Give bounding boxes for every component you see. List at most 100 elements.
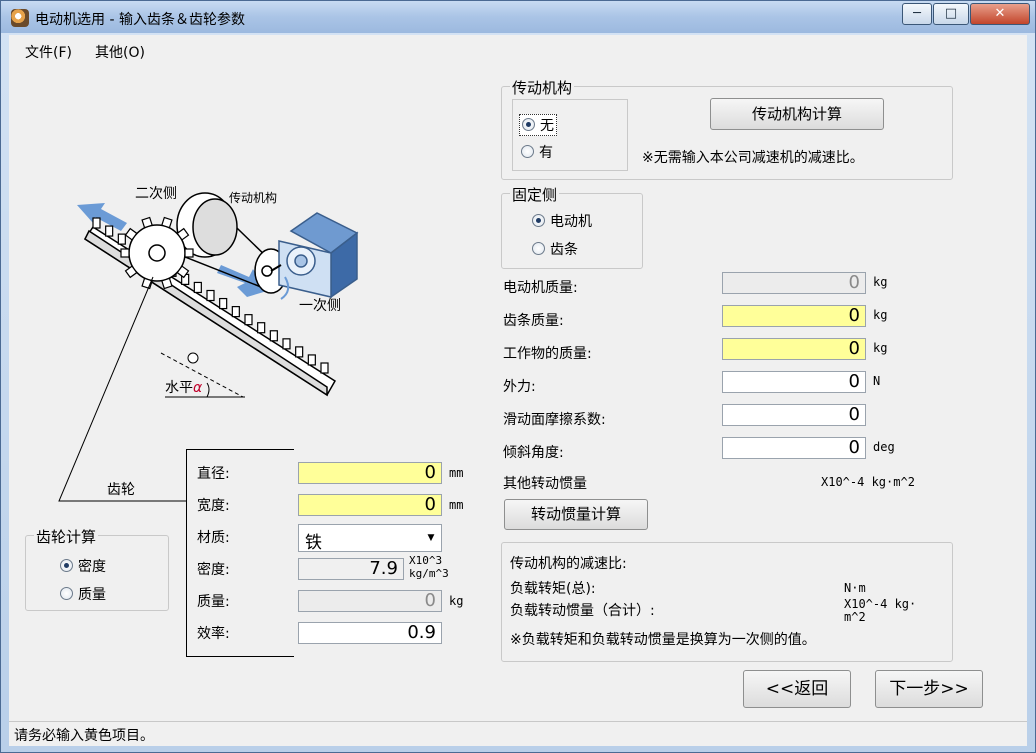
other-inertia-label: 其他转动惯量 xyxy=(503,476,587,492)
motor xyxy=(278,212,359,299)
load-inertia-unit-2: m^2 xyxy=(844,610,866,624)
next-button[interactable]: 下一步>> xyxy=(875,670,983,708)
status-text: 请务必输入黄色项目。 xyxy=(14,728,154,744)
rack-tooth xyxy=(307,354,316,366)
external-force-label: 外力: xyxy=(503,379,536,395)
app-window: 电动机选用 - 输入齿条＆齿轮参数 ─ □ ✕ 文件(F) 其他(O) 二次侧 … xyxy=(0,0,1036,753)
rack-tooth xyxy=(105,225,114,237)
material-selected-value: 铁 xyxy=(305,533,322,553)
efficiency-label: 效率: xyxy=(197,626,230,642)
work-mass-label: 工作物的质量: xyxy=(503,346,592,362)
radio-transmission-yes[interactable]: 有 xyxy=(521,142,553,162)
rack-mass-unit: kg xyxy=(873,308,888,322)
work-mass-unit: kg xyxy=(873,341,888,355)
mass-label: 质量: xyxy=(197,594,230,610)
reduction-ratio-label: 传动机构的减速比: xyxy=(510,556,627,572)
rack-mass-label: 齿条质量: xyxy=(503,313,564,329)
radio-motor-dot xyxy=(532,214,545,227)
transmission-note: ※无需输入本公司减速机的减速比。 xyxy=(642,150,864,166)
rack-tooth xyxy=(269,330,278,342)
radio-fixed-motor[interactable]: 电动机 xyxy=(532,211,592,231)
density-label: 密度: xyxy=(197,562,230,578)
motor-mass-input: 0 xyxy=(722,272,866,294)
radio-fixed-rack[interactable]: 齿条 xyxy=(532,239,578,259)
gear-tooth xyxy=(161,216,173,229)
fixed-side-group: 固定侧 电动机 齿条 xyxy=(501,184,643,269)
rack-tooth xyxy=(193,281,202,294)
rack-tooth xyxy=(117,233,126,245)
rack-tooth xyxy=(295,346,304,358)
rack-tooth xyxy=(231,306,240,318)
rack-tooth xyxy=(320,362,329,374)
radio-density-dot xyxy=(60,559,73,572)
rack-tooth xyxy=(282,338,291,350)
back-button[interactable]: <<返回 xyxy=(743,670,851,708)
radio-mass-dot xyxy=(60,587,73,600)
rack-tooth xyxy=(219,297,228,310)
external-force-unit: N xyxy=(873,374,881,388)
gear-mass-unit: kg xyxy=(449,594,464,608)
diameter-input[interactable]: 0 xyxy=(298,462,442,484)
density-unit: kg/m^3 xyxy=(409,567,449,580)
other-inertia-unit: X10^-4 kg·m^2 xyxy=(821,475,915,489)
close-button[interactable]: ✕ xyxy=(970,3,1030,25)
gear-tooth xyxy=(161,277,173,290)
load-torque-label: 负载转矩(总): xyxy=(510,581,596,597)
transmission-calc-button[interactable]: 传动机构计算 xyxy=(710,98,884,130)
gear-mass-input: 0 xyxy=(298,590,442,612)
app-icon xyxy=(11,9,29,27)
minimize-button[interactable]: ─ xyxy=(902,3,932,25)
radio-none-dot xyxy=(522,118,535,131)
chevron-down-icon[interactable]: ▼ xyxy=(421,525,441,551)
menu-other[interactable]: 其他(O) xyxy=(95,42,145,62)
rack-mass-input[interactable]: 0 xyxy=(722,305,866,327)
angle-label: 倾斜角度: xyxy=(503,445,564,461)
radio-transmission-none[interactable]: 无 xyxy=(519,114,557,136)
horizontal-label: 水平α xyxy=(165,380,203,396)
radio-yes-dot xyxy=(521,145,534,158)
title-bar: 电动机选用 - 输入齿条＆齿轮参数 ─ □ ✕ xyxy=(1,1,1035,33)
restore-button[interactable]: □ xyxy=(933,3,969,25)
radio-rack-dot xyxy=(532,242,545,255)
fixed-side-legend: 固定侧 xyxy=(510,184,560,205)
gear-label: 齿轮 xyxy=(107,482,135,498)
load-torque-unit: N·m xyxy=(844,581,866,595)
width-label: 宽度: xyxy=(197,498,230,514)
angle-input[interactable]: 0 xyxy=(722,437,866,459)
results-note: ※负载转矩和负载转动惯量是换算为一次侧的值。 xyxy=(510,632,816,648)
rack-tooth xyxy=(92,217,101,229)
diameter-unit: mm xyxy=(449,466,464,480)
pinion-gear xyxy=(128,224,186,282)
width-unit: mm xyxy=(449,498,464,512)
density-unit-exponent: X10^3 xyxy=(409,554,443,567)
menu-bar: 文件(F) 其他(O) xyxy=(9,35,1027,65)
material-label: 材质: xyxy=(197,530,230,546)
gear-calc-legend: 齿轮计算 xyxy=(34,526,99,547)
load-inertia-unit: X10^-4 kg· xyxy=(844,597,917,611)
rack-tooth xyxy=(206,289,215,302)
density-input[interactable]: 7.9 xyxy=(298,558,404,580)
primary-side-label: 一次侧 xyxy=(299,298,341,314)
friction-input[interactable]: 0 xyxy=(722,404,866,426)
work-mass-input[interactable]: 0 xyxy=(722,338,866,360)
radio-mass[interactable]: 质量 xyxy=(60,584,106,604)
motor-mass-label: 电动机质量: xyxy=(503,280,578,296)
friction-label: 滑动面摩擦系数: xyxy=(503,412,606,428)
rack-tooth xyxy=(244,314,253,326)
efficiency-input[interactable]: 0.9 xyxy=(298,622,442,644)
transmission-radio-box: 无 有 xyxy=(512,99,628,171)
drive-pulley xyxy=(176,192,238,258)
radio-density[interactable]: 密度 xyxy=(60,556,106,576)
transmission-legend: 传动机构 xyxy=(510,77,575,98)
rack-tooth xyxy=(257,322,266,334)
load-inertia-label: 负载转动惯量（合计）: xyxy=(510,603,655,619)
gear-tooth xyxy=(141,216,153,229)
diameter-label: 直径: xyxy=(197,466,230,482)
width-input[interactable]: 0 xyxy=(298,494,442,516)
inertia-calc-button[interactable]: 转动惯量计算 xyxy=(504,499,648,530)
menu-file[interactable]: 文件(F) xyxy=(25,42,72,62)
transmission-group: 传动机构 无 有 传动机构计算 ※无需输入本公司减速机的减速比。 xyxy=(501,77,953,180)
external-force-input[interactable]: 0 xyxy=(722,371,866,393)
motor-mass-unit: kg xyxy=(873,275,888,289)
material-select[interactable]: 铁 ▼ xyxy=(298,524,442,553)
